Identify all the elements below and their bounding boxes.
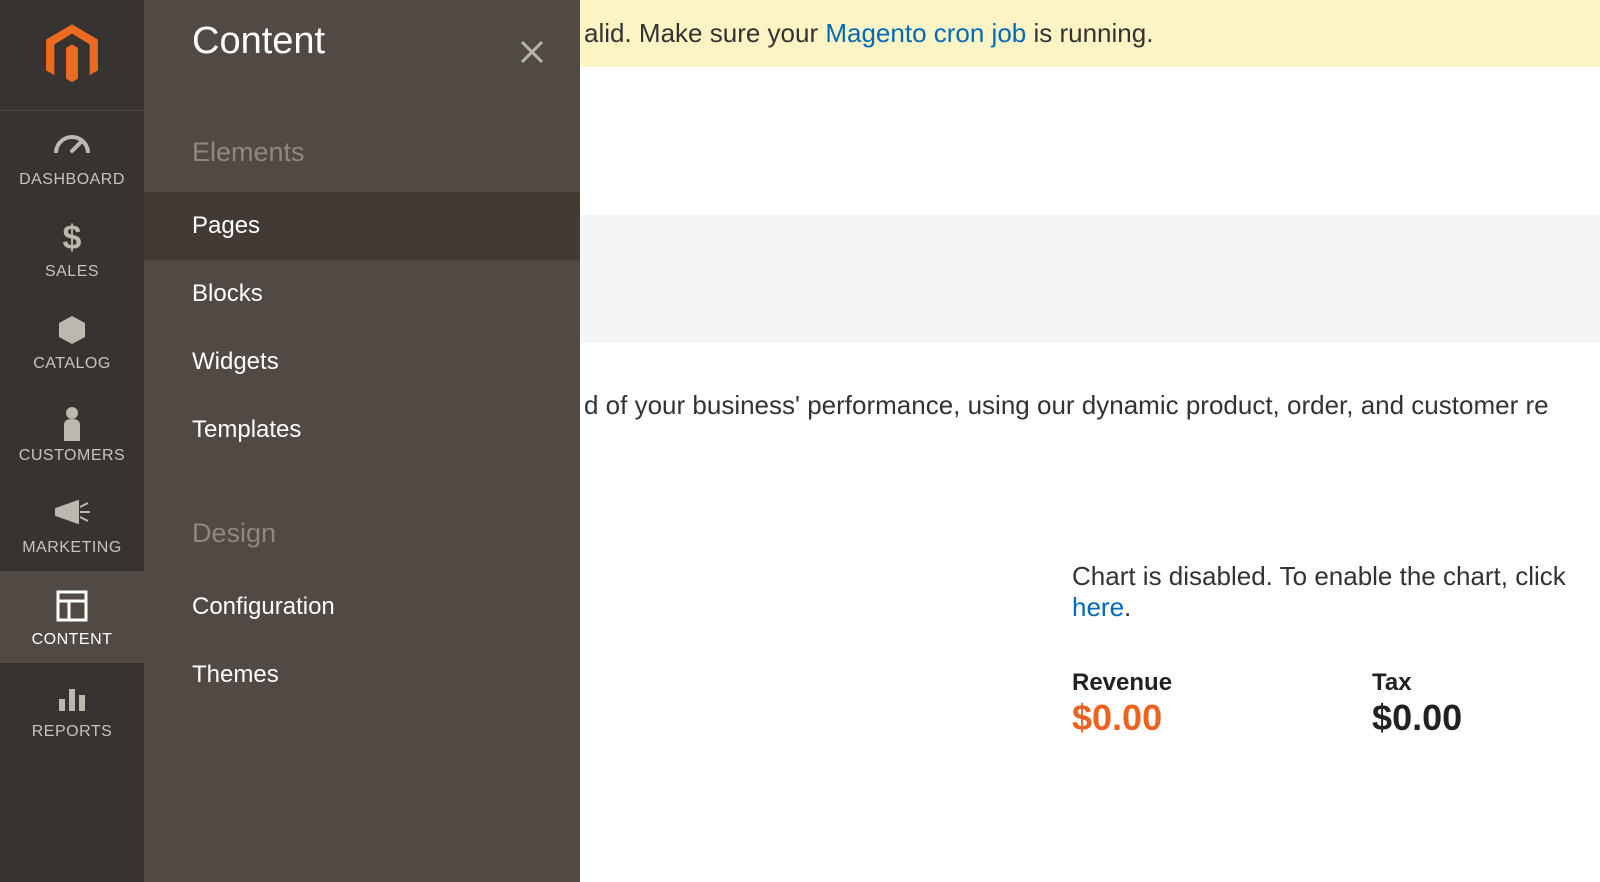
chart-enable-link[interactable]: here bbox=[1072, 592, 1124, 622]
bars-icon bbox=[0, 681, 144, 715]
layout-icon bbox=[0, 589, 144, 623]
gauge-icon bbox=[0, 129, 144, 163]
sidebar-label: SALES bbox=[0, 263, 144, 281]
dollar-icon: $ bbox=[0, 221, 144, 255]
notice-prefix: alid bbox=[584, 18, 624, 48]
revenue-value: $0.00 bbox=[1072, 697, 1172, 739]
content-flyout: Content Elements Pages Blocks Widgets Te… bbox=[144, 0, 580, 882]
logo[interactable] bbox=[0, 0, 144, 111]
chart-msg-end: . bbox=[1124, 592, 1131, 622]
sidebar-item-reports[interactable]: REPORTS bbox=[0, 663, 144, 755]
sidebar-item-customers[interactable]: CUSTOMERS bbox=[0, 387, 144, 479]
megaphone-icon bbox=[0, 497, 144, 531]
sidebar-item-catalog[interactable]: CATALOG bbox=[0, 295, 144, 387]
flyout-title: Content bbox=[192, 20, 532, 63]
person-icon bbox=[0, 405, 144, 439]
link-pages[interactable]: Pages bbox=[144, 192, 580, 260]
chart-msg-text: Chart is disabled. To enable the chart, … bbox=[1072, 561, 1566, 591]
notice-suffix: is running. bbox=[1026, 18, 1153, 48]
chart-disabled-message: Chart is disabled. To enable the chart, … bbox=[1072, 423, 1600, 623]
group-design: Design bbox=[144, 504, 580, 573]
sidebar-label: DASHBOARD bbox=[0, 171, 144, 189]
sidebar-label: CATALOG bbox=[0, 355, 144, 373]
stat-revenue: Revenue $0.00 bbox=[1072, 669, 1172, 739]
sidebar-item-marketing[interactable]: MARKETING bbox=[0, 479, 144, 571]
sidebar-item-dashboard[interactable]: DASHBOARD bbox=[0, 111, 144, 203]
admin-sidebar: DASHBOARD $ SALES CATALOG CUSTOMERS MARK… bbox=[0, 0, 144, 882]
link-widgets[interactable]: Widgets bbox=[144, 328, 580, 396]
tax-label: Tax bbox=[1372, 669, 1462, 697]
stats-row: Revenue $0.00 Tax $0.00 bbox=[1072, 623, 1600, 739]
box-icon bbox=[0, 313, 144, 347]
sidebar-item-content[interactable]: CONTENT bbox=[0, 571, 144, 663]
group-elements: Elements bbox=[144, 123, 580, 192]
flyout-header: Content bbox=[144, 20, 580, 123]
link-blocks[interactable]: Blocks bbox=[144, 260, 580, 328]
notice-mid: . Make sure your bbox=[624, 18, 825, 48]
close-icon[interactable] bbox=[512, 32, 552, 72]
magento-logo-icon bbox=[42, 22, 102, 88]
cron-link[interactable]: Magento cron job bbox=[825, 18, 1026, 48]
sidebar-label: CUSTOMERS bbox=[0, 447, 144, 465]
sidebar-label: MARKETING bbox=[0, 539, 144, 557]
stat-tax: Tax $0.00 bbox=[1372, 669, 1462, 739]
link-configuration[interactable]: Configuration bbox=[144, 573, 580, 641]
revenue-label: Revenue bbox=[1072, 669, 1172, 697]
sidebar-label: CONTENT bbox=[0, 631, 144, 649]
tax-value: $0.00 bbox=[1372, 697, 1462, 739]
link-templates[interactable]: Templates bbox=[144, 396, 580, 464]
sidebar-item-sales[interactable]: $ SALES bbox=[0, 203, 144, 295]
link-themes[interactable]: Themes bbox=[144, 641, 580, 709]
sidebar-label: REPORTS bbox=[0, 723, 144, 741]
